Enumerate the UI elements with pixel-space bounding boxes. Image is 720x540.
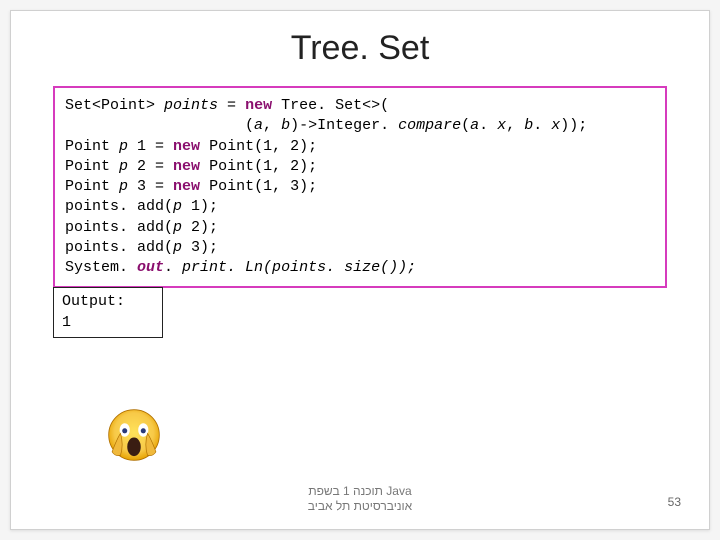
slide: Tree. Set Set<Point> points = new Tree. …	[10, 10, 710, 530]
output-block: Output: 1	[53, 287, 163, 338]
footer-line-2: אוניברסיטת תל אביב	[308, 499, 412, 515]
footer: תוכנה 1 בשפת Java אוניברסיטת תל אביב	[11, 484, 709, 515]
code-block: Set<Point> points = new Tree. Set<>( (a,…	[53, 86, 667, 288]
output-label: Output:	[62, 293, 125, 310]
output-value: 1	[62, 314, 71, 331]
slide-title: Tree. Set	[11, 29, 709, 68]
scream-emoji-icon	[107, 408, 161, 467]
footer-line-1: תוכנה 1 בשפת Java	[308, 484, 412, 500]
page-number: 53	[668, 495, 681, 509]
